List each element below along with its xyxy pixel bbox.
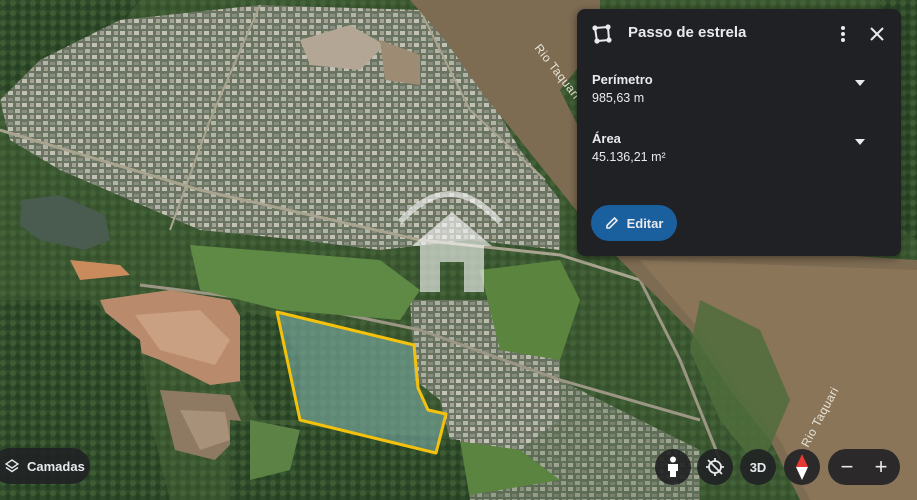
pencil-icon bbox=[605, 216, 618, 229]
edit-label: Editar bbox=[626, 215, 664, 231]
area-label: Área bbox=[592, 131, 621, 146]
zoom-out-button[interactable]: − bbox=[836, 456, 858, 478]
polygon-measure-icon bbox=[592, 24, 612, 44]
area-value: 45.136,21 m² bbox=[592, 150, 666, 164]
chevron-down-icon[interactable] bbox=[855, 80, 865, 86]
3d-label: 3D bbox=[749, 459, 767, 475]
more-vert-icon bbox=[841, 26, 845, 42]
street-view-button[interactable] bbox=[655, 449, 691, 485]
tilt-toggle-icon bbox=[706, 458, 724, 476]
zoom-in-button[interactable]: + bbox=[870, 456, 892, 478]
close-icon bbox=[870, 27, 884, 41]
more-options-button[interactable] bbox=[831, 22, 855, 46]
measurement-panel: Passo de estrela Perímetro 985,63 m Área… bbox=[577, 9, 901, 256]
panel-title: Passo de estrela bbox=[628, 24, 747, 41]
pegman-icon bbox=[668, 456, 678, 477]
3d-button[interactable]: 3D bbox=[740, 449, 776, 485]
area-row[interactable]: Área 45.136,21 m² bbox=[592, 131, 882, 175]
chevron-down-icon[interactable] bbox=[855, 139, 865, 145]
layers-label: Camadas bbox=[27, 458, 85, 474]
perimeter-row[interactable]: Perímetro 985,63 m bbox=[592, 72, 882, 116]
layers-button[interactable]: Camadas bbox=[0, 448, 90, 484]
perimeter-label: Perímetro bbox=[592, 72, 653, 87]
tilt-toggle-button[interactable] bbox=[697, 449, 733, 485]
compass-button[interactable] bbox=[784, 449, 820, 485]
compass-icon bbox=[796, 454, 808, 480]
edit-button[interactable]: Editar bbox=[591, 205, 677, 241]
close-button[interactable] bbox=[865, 22, 889, 46]
zoom-controls: − + bbox=[828, 449, 900, 485]
panel-header: Passo de estrela bbox=[577, 9, 901, 59]
layers-icon bbox=[5, 459, 19, 473]
perimeter-value: 985,63 m bbox=[592, 91, 645, 105]
